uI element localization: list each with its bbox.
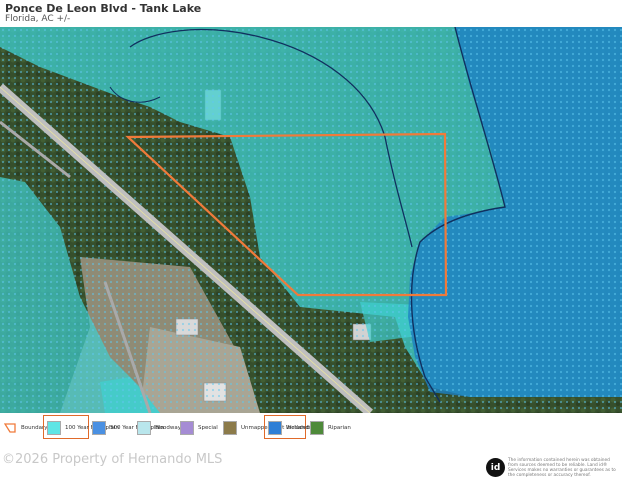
legend-riparian: Riparian xyxy=(310,418,351,438)
legend-label: Riparian xyxy=(328,425,351,431)
legend-boundary: Boundary xyxy=(4,418,48,438)
legend-swatch xyxy=(92,421,106,435)
legend-swatch xyxy=(180,421,194,435)
map-subtitle: Florida, AC +/- xyxy=(5,14,71,24)
legend-floodway: Floodway xyxy=(137,418,181,438)
legend-swatch xyxy=(310,421,324,435)
disclaimer-text: The information contained herein was obt… xyxy=(508,458,616,478)
map-legend: Boundary 100 Year Floodplain 500 Year Fl… xyxy=(0,413,622,441)
legend-label: Special xyxy=(198,425,218,431)
legend-label: Wetlands xyxy=(286,425,312,431)
legend-special: Special xyxy=(180,418,218,438)
boundary-swatch-icon xyxy=(4,423,16,433)
legend-swatch xyxy=(137,421,151,435)
footer: ©2026 Property of Hernando MLS id The in… xyxy=(0,441,622,480)
legend-swatch xyxy=(47,421,61,435)
land-id-logo-icon: id xyxy=(486,458,505,477)
legend-swatch xyxy=(223,421,237,435)
map-canvas xyxy=(0,27,622,413)
legend-swatch xyxy=(268,421,282,435)
legend-label: Floodway xyxy=(155,425,182,431)
copyright-text: ©2026 Property of Hernando MLS xyxy=(2,452,223,467)
map-header: Ponce De Leon Blvd - Tank Lake Florida, … xyxy=(0,0,622,27)
flood-zone-map[interactable]: 0 100 200 300 400ft xyxy=(0,27,622,413)
legend-wetlands: Wetlands xyxy=(268,418,311,438)
